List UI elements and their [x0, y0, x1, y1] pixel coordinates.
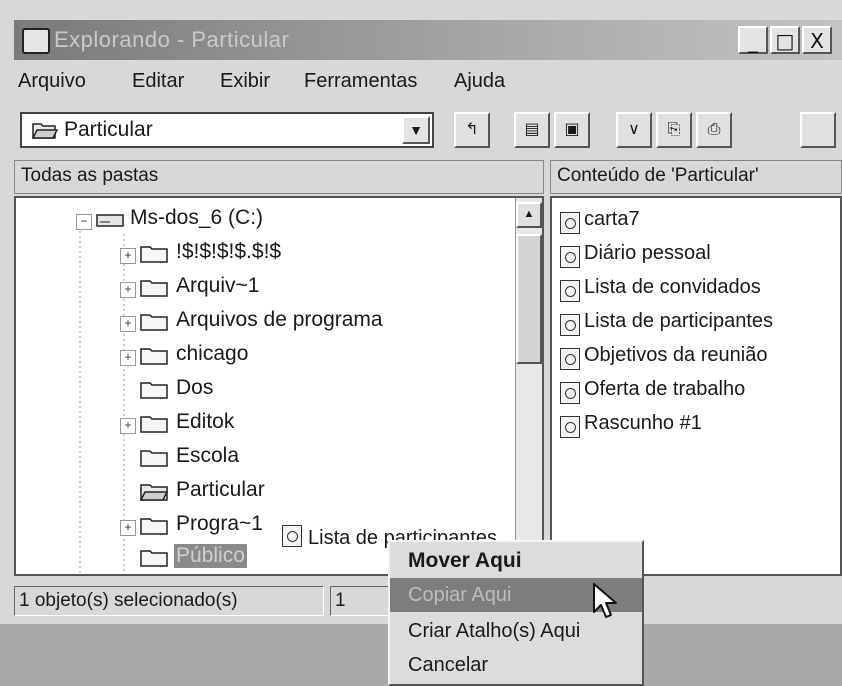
- move-here-menu-item[interactable]: Mover Aqui: [390, 544, 642, 578]
- folder-icon: [140, 518, 168, 535]
- list-item-label: Lista de participantes: [584, 310, 774, 332]
- contents-list[interactable]: carta7 Diário pessoal Lista de convidado…: [550, 196, 842, 576]
- tree-item-label: Particular: [176, 478, 265, 501]
- status-selection: 1 objeto(s) selecionado(s): [14, 586, 324, 616]
- tree-item-label: Editok: [176, 410, 235, 433]
- expand-icon[interactable]: +: [120, 282, 136, 298]
- drive-icon: [96, 214, 124, 227]
- undo-button[interactable]: [800, 112, 836, 148]
- expand-icon[interactable]: +: [120, 520, 136, 536]
- collapse-icon[interactable]: −: [76, 214, 92, 230]
- menu-exibir[interactable]: Exibir: [220, 70, 270, 93]
- window-title: Explorando - Particular: [54, 27, 290, 52]
- open-folder-icon: [32, 123, 58, 139]
- tree-item-label: Ms-dos_6 (C:): [130, 206, 264, 229]
- menu-editar[interactable]: Editar: [132, 70, 184, 93]
- copy-button[interactable]: ⎘: [656, 112, 692, 148]
- document-icon: [282, 525, 302, 547]
- scroll-up-button[interactable]: ▲: [516, 202, 542, 228]
- expand-icon[interactable]: +: [120, 350, 136, 366]
- tree-item-label: Dos: [176, 376, 214, 399]
- expand-icon[interactable]: +: [120, 418, 136, 434]
- menu-ajuda[interactable]: Ajuda: [454, 70, 505, 93]
- explorer-app-icon: [22, 28, 50, 54]
- open-folder-icon: [140, 484, 168, 501]
- mouse-pointer-icon: [593, 583, 617, 618]
- list-item-label: carta7: [584, 208, 640, 230]
- toolbar: Particular ▼ ↰ ▤ ▣ ∨ ⎘ ⎙: [14, 104, 842, 154]
- folder-icon: [140, 450, 168, 467]
- document-icon: [560, 246, 580, 268]
- cancel-menu-item[interactable]: Cancelar: [390, 648, 642, 682]
- map-network-drive-button[interactable]: ▤: [514, 112, 550, 148]
- document-icon: [560, 382, 580, 404]
- document-icon: [560, 314, 580, 336]
- tree-item-label: Arquiv~1: [176, 274, 260, 297]
- cut-button[interactable]: ∨: [616, 112, 652, 148]
- menu-ferramentas[interactable]: Ferramentas: [304, 70, 417, 93]
- list-item-label: Lista de convidados: [584, 276, 761, 298]
- status-count: 1: [330, 586, 390, 616]
- title-bar[interactable]: Explorando - Particular _ □ X: [14, 20, 842, 60]
- tree-item-label: Escola: [176, 444, 240, 467]
- folder-icon: [140, 550, 168, 567]
- location-dropdown-button[interactable]: ▼: [402, 116, 430, 144]
- explorer-window: Explorando - Particular _ □ X Arquivo Ed…: [0, 0, 842, 686]
- disconnect-drive-button[interactable]: ▣: [554, 112, 590, 148]
- document-icon: [560, 416, 580, 438]
- tree-item-label: chicago: [176, 342, 249, 365]
- close-button[interactable]: X: [802, 26, 832, 54]
- minimize-button[interactable]: _: [738, 26, 768, 54]
- folder-icon: [140, 314, 168, 331]
- location-value: Particular: [64, 118, 153, 141]
- list-item-label: Rascunho #1: [584, 412, 702, 434]
- tree-item-label: Arquivos de programa: [176, 308, 383, 331]
- scroll-thumb[interactable]: [516, 234, 542, 364]
- up-one-level-button[interactable]: ↰: [454, 112, 490, 148]
- tree-item-label: Público: [174, 544, 247, 568]
- document-icon: [560, 348, 580, 370]
- maximize-button[interactable]: □: [770, 26, 800, 54]
- location-combobox[interactable]: Particular ▼: [20, 112, 434, 148]
- list-item-label: Objetivos da reunião: [584, 344, 768, 366]
- contents-header: Conteúdo de 'Particular': [550, 160, 842, 194]
- folder-icon: [140, 280, 168, 297]
- folder-icon: [140, 416, 168, 433]
- folder-icon: [140, 382, 168, 399]
- folder-tree[interactable]: − Ms-dos_6 (C:) + !$!$!$!$.$!$ + Arquiv~…: [14, 196, 544, 576]
- all-folders-header: Todas as pastas: [14, 160, 544, 194]
- folder-icon: [140, 348, 168, 365]
- list-item-label: Oferta de trabalho: [584, 378, 746, 400]
- paste-button[interactable]: ⎙: [696, 112, 732, 148]
- document-icon: [560, 212, 580, 234]
- tree-item-label: !$!$!$!$.$!$: [176, 240, 282, 263]
- expand-icon[interactable]: +: [120, 316, 136, 332]
- expand-icon[interactable]: +: [120, 248, 136, 264]
- folder-icon: [140, 246, 168, 263]
- menu-bar: Arquivo Editar Exibir Ferramentas Ajuda: [14, 64, 842, 100]
- list-item-label: Diário pessoal: [584, 242, 711, 264]
- tree-scrollbar[interactable]: ▲: [515, 198, 542, 574]
- menu-arquivo[interactable]: Arquivo: [18, 70, 86, 93]
- document-icon: [560, 280, 580, 302]
- tree-item-label: Progra~1: [176, 512, 263, 535]
